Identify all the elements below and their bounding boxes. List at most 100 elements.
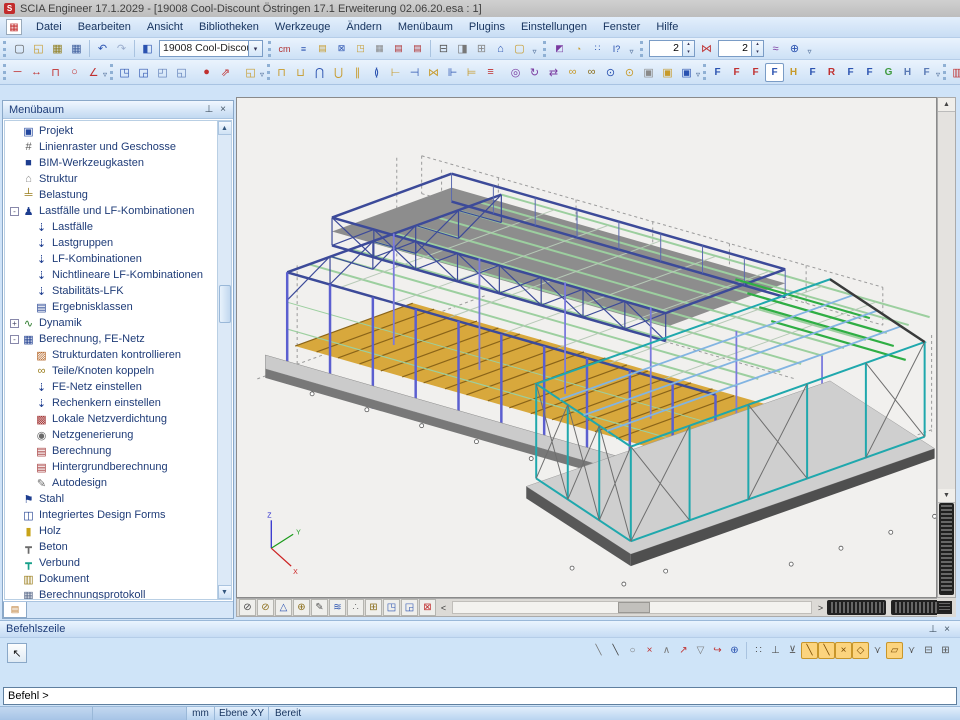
cursor-mode-button[interactable]: ↖: [7, 643, 27, 663]
show-labels-icon[interactable]: ✎: [311, 599, 328, 616]
rotate-wheel-vertical[interactable]: [939, 503, 954, 595]
line-icon[interactable]: ─: [8, 63, 27, 82]
overflow-icon[interactable]: ▿: [936, 63, 940, 81]
toolbar-grip[interactable]: [640, 41, 645, 57]
menu-item[interactable]: Plugins: [461, 19, 513, 35]
tree-item[interactable]: ⇣ LF-Kombinationen: [5, 251, 217, 267]
snap-line2-icon[interactable]: ╲: [607, 642, 624, 659]
member-op-icon[interactable]: ≬: [367, 63, 386, 82]
member-op-icon[interactable]: ⋈: [424, 63, 443, 82]
tree-item[interactable]: ◉ Netzgenerierung: [5, 427, 217, 443]
tree-item[interactable]: ┳ Beton: [5, 539, 217, 555]
snap-node-icon[interactable]: ⊕: [726, 642, 743, 659]
tree-expander[interactable]: [10, 159, 21, 168]
member-op-icon[interactable]: ∥: [348, 63, 367, 82]
show-model-data-icon[interactable]: ≋: [329, 599, 346, 616]
snap-curve-icon[interactable]: ↪: [709, 642, 726, 659]
tree-item[interactable]: # Linienraster und Geschosse: [5, 139, 217, 155]
fly-mode-icon[interactable]: ⇗: [216, 63, 235, 82]
tree-expander[interactable]: [10, 175, 21, 184]
tree-expander[interactable]: -: [10, 207, 19, 216]
tree-expander[interactable]: [23, 287, 34, 296]
toolbar-grip[interactable]: [110, 64, 113, 80]
menu-item[interactable]: Menübaum: [390, 19, 461, 35]
tree-item[interactable]: ✎ Autodesign: [5, 475, 217, 491]
snap-peak-icon[interactable]: ∧: [658, 642, 675, 659]
viewport-horizontal-scrollbar[interactable]: [452, 601, 812, 614]
show-loads-icon[interactable]: ⊕: [293, 599, 310, 616]
overflow-icon[interactable]: ▿: [626, 40, 637, 58]
tree-item[interactable]: ▨ Strukturdaten kontrollieren: [5, 347, 217, 363]
overflow-icon[interactable]: ▿: [696, 63, 700, 81]
snap-table-icon[interactable]: ⊞: [937, 642, 954, 659]
overflow-icon[interactable]: ▿: [529, 40, 540, 58]
filter-icon[interactable]: G: [879, 63, 898, 82]
filter-icon[interactable]: F: [708, 63, 727, 82]
member-op-icon[interactable]: ⊣: [405, 63, 424, 82]
tree-expander[interactable]: [10, 143, 21, 152]
tree-scrollbar[interactable]: ▲ ▼: [217, 121, 231, 599]
snap-tangent-icon[interactable]: ⋎: [903, 642, 920, 659]
redo-icon[interactable]: ↷: [112, 39, 131, 58]
calculator-icon[interactable]: ⊞: [472, 39, 491, 58]
snap-line-icon[interactable]: ╲: [590, 642, 607, 659]
scroll-down-icon[interactable]: ▼: [218, 585, 232, 599]
close-icon[interactable]: ×: [216, 103, 230, 117]
filter-icon[interactable]: H: [784, 63, 803, 82]
activity-icon[interactable]: ▥: [948, 63, 960, 82]
rotate-wheel-horizontal-1[interactable]: [827, 600, 886, 615]
member-op-icon[interactable]: ⊩: [443, 63, 462, 82]
member-op-icon[interactable]: ⋃: [329, 63, 348, 82]
document-icon[interactable]: ▢: [510, 39, 529, 58]
snap-perp-icon[interactable]: ⊥: [767, 642, 784, 659]
view-y-icon[interactable]: ◲: [401, 599, 418, 616]
snap-branch-icon[interactable]: ⋎: [869, 642, 886, 659]
status-plane[interactable]: Ebene XY: [215, 707, 269, 720]
member-op-icon[interactable]: ⋂: [310, 63, 329, 82]
node-pair2-icon[interactable]: ∞: [582, 63, 601, 82]
tree-item[interactable]: ▤ Berechnung: [5, 443, 217, 459]
tree-item[interactable]: ╧ Belastung: [5, 187, 217, 203]
tree-expander[interactable]: [23, 255, 34, 264]
export-icon[interactable]: ⊠: [332, 39, 351, 58]
layers-icon[interactable]: ≡: [294, 39, 313, 58]
tree-expander[interactable]: [23, 239, 34, 248]
toolbar-grip[interactable]: [3, 64, 6, 80]
bracket-icon[interactable]: ⊓: [46, 63, 65, 82]
menu-item[interactable]: Einstellungen: [513, 19, 595, 35]
tree-expander[interactable]: [10, 495, 21, 504]
select-icon[interactable]: ◎: [506, 63, 525, 82]
toolbar-grip[interactable]: [268, 41, 273, 57]
close-icon[interactable]: ×: [940, 622, 954, 636]
render-wire-icon[interactable]: ⊘: [239, 599, 256, 616]
tree-item[interactable]: ■ BIM-Werkzeugkasten: [5, 155, 217, 171]
filter-icon[interactable]: F: [803, 63, 822, 82]
project-select-value[interactable]: 19008 Cool-Discou: [159, 40, 249, 57]
visibility-icon[interactable]: ●: [197, 63, 216, 82]
tree-item[interactable]: ⇣ Rechenkern einstellen: [5, 395, 217, 411]
spin-down-icon[interactable]: ▾: [683, 49, 694, 57]
tree-expander[interactable]: +: [10, 319, 19, 328]
toolbar-grip[interactable]: [3, 41, 8, 57]
member-op-icon[interactable]: ≡: [481, 63, 500, 82]
save-all-icon[interactable]: ▦: [67, 39, 86, 58]
tree-item[interactable]: - ▦ Berechnung, FE-Netz: [5, 331, 217, 347]
tree-item[interactable]: ∞ Teile/Knoten koppeln: [5, 363, 217, 379]
home-icon[interactable]: ⌂: [491, 39, 510, 58]
show-dots-icon[interactable]: ∴: [347, 599, 364, 616]
tree-item[interactable]: ▮ Holz: [5, 523, 217, 539]
snap-ortho-icon[interactable]: ◇: [852, 642, 869, 659]
menu-item[interactable]: Bibliotheken: [191, 19, 267, 35]
save-icon[interactable]: ▦: [48, 39, 67, 58]
snap-midpoint-icon[interactable]: ╲: [818, 642, 835, 659]
copy-level-icon[interactable]: ▣: [658, 63, 677, 82]
scroll-up-icon[interactable]: ▲: [218, 121, 232, 135]
gallery-icon[interactable]: ▤: [389, 39, 408, 58]
dot-grid-icon[interactable]: ∷: [588, 39, 607, 58]
copy-level-icon[interactable]: ▣: [677, 63, 696, 82]
tree-item[interactable]: ▣ Projekt: [5, 123, 217, 139]
tree-item[interactable]: ⇣ Lastfälle: [5, 219, 217, 235]
swap-icon[interactable]: ⇄: [544, 63, 563, 82]
node-pair-icon[interactable]: ∞: [563, 63, 582, 82]
spin-up-icon[interactable]: ▴: [752, 41, 763, 49]
